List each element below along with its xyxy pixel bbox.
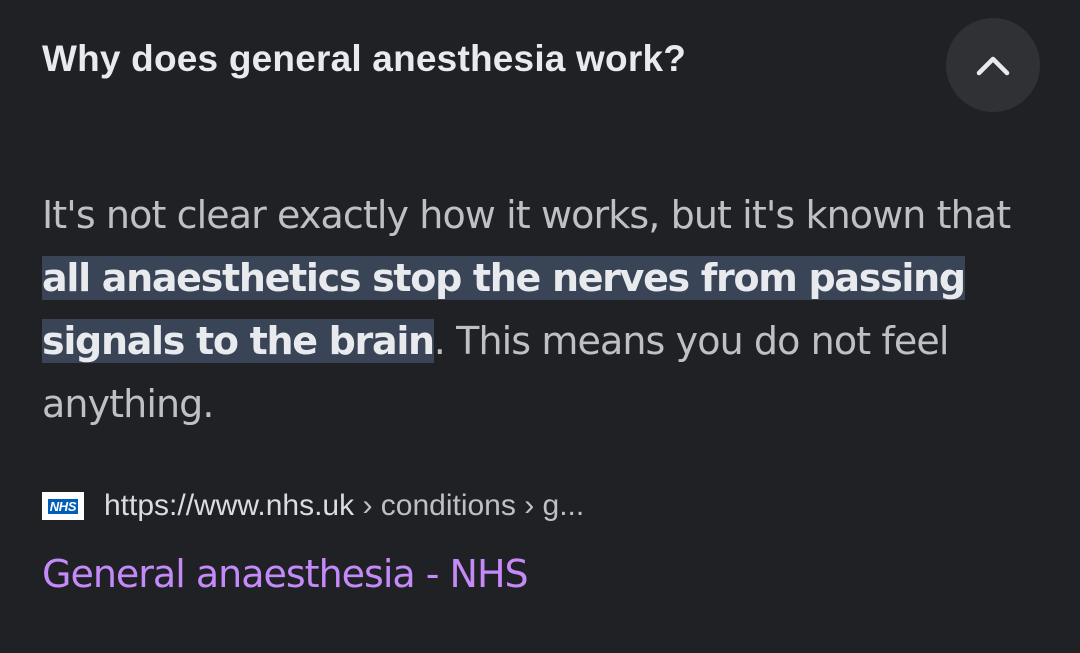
url-host: https://www.nhs.uk: [104, 489, 355, 522]
source-url[interactable]: https://www.nhs.uk › conditions › g...: [104, 489, 584, 523]
question-title[interactable]: Why does general anesthesia work?: [42, 38, 686, 80]
featured-snippet-card: Why does general anesthesia work? It's n…: [0, 0, 1080, 653]
source-row[interactable]: NHS https://www.nhs.uk › conditions › g.…: [42, 486, 584, 526]
nhs-logo-icon: NHS: [42, 492, 84, 520]
result-title-link[interactable]: General anaesthesia - NHS: [42, 552, 529, 596]
collapse-button[interactable]: [946, 18, 1040, 112]
answer-intro: It's not clear exactly how it works, but…: [42, 193, 1011, 237]
chevron-up-icon: [976, 56, 1010, 76]
answer-text: It's not clear exactly how it works, but…: [42, 184, 1052, 436]
answer-highlight-line2: signals to the brain: [42, 319, 435, 363]
url-path: › conditions › g...: [354, 489, 585, 522]
answer-highlight-line1: all anaesthetics stop the nerves from pa…: [42, 256, 966, 300]
